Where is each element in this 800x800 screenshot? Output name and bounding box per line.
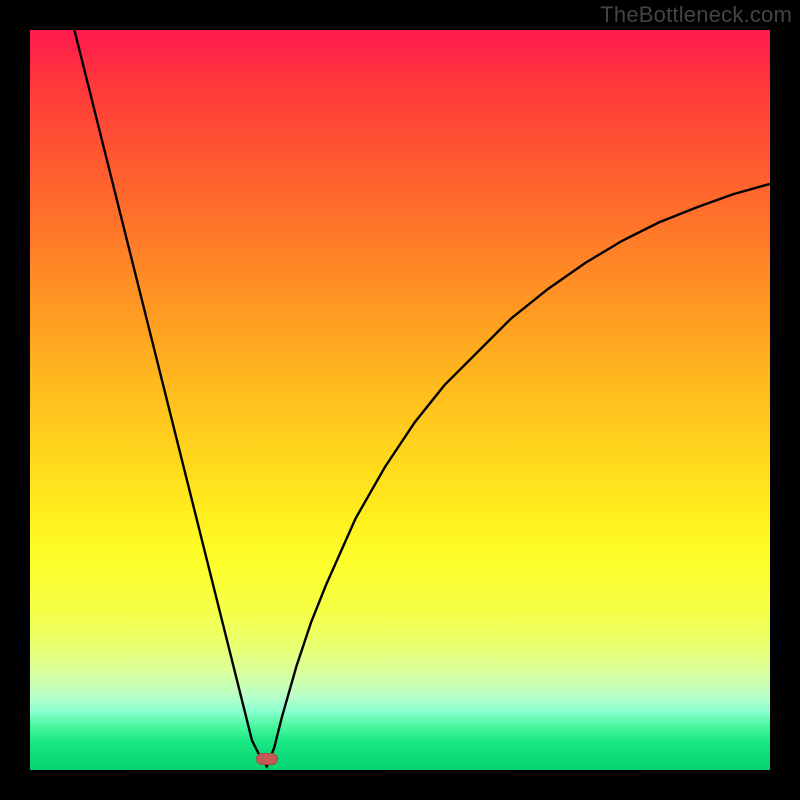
watermark-text: TheBottleneck.com [600,2,792,28]
chart-frame: TheBottleneck.com [0,0,800,800]
marker-dot [256,753,278,765]
curve-svg [30,30,770,770]
bottleneck-curve [74,30,770,766]
plot-area [30,30,770,770]
